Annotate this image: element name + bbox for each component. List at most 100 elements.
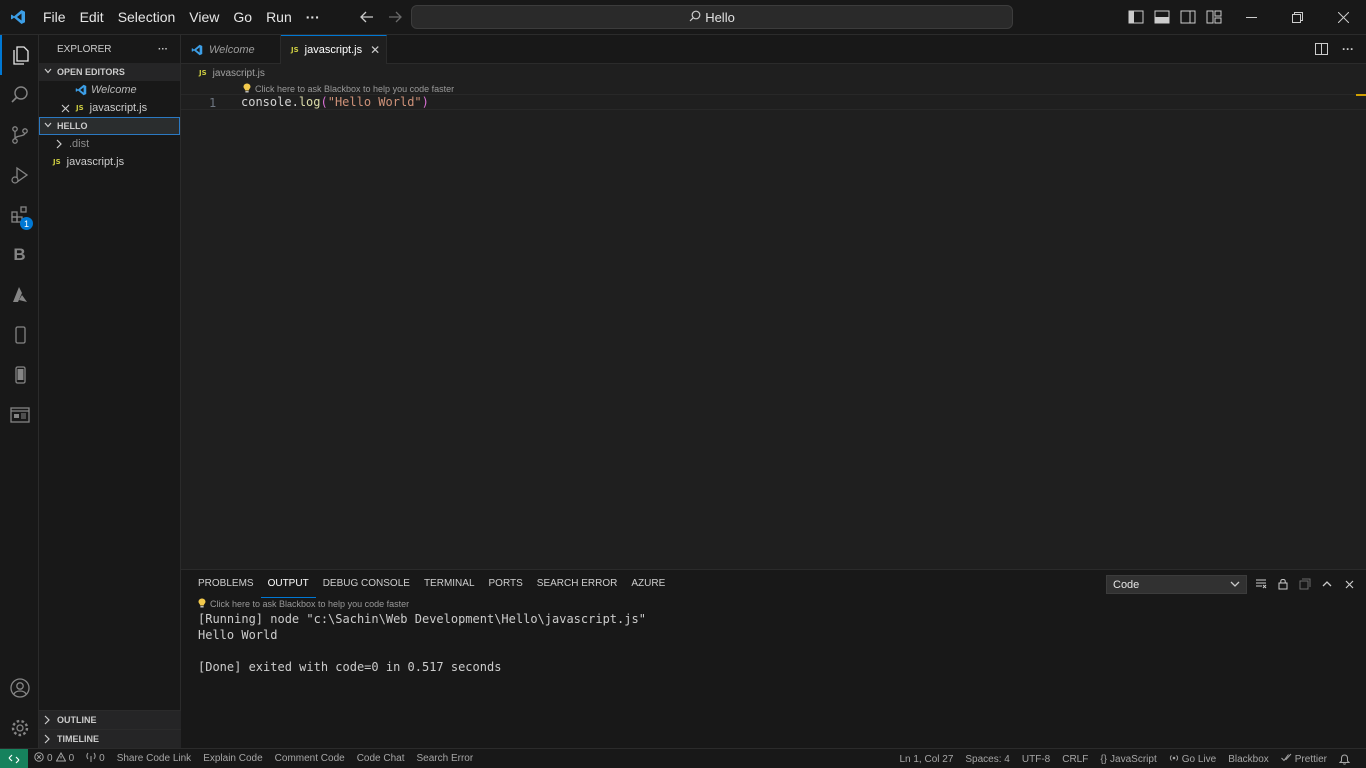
menu-bar: File Edit Selection View Go Run ··· bbox=[36, 0, 327, 35]
search-error[interactable]: Search Error bbox=[411, 753, 480, 764]
indentation[interactable]: Spaces: 4 bbox=[959, 754, 1015, 765]
azure-icon[interactable] bbox=[0, 275, 39, 315]
encoding[interactable]: UTF-8 bbox=[1016, 754, 1056, 765]
code-editor[interactable]: Click here to ask Blackbox to help you c… bbox=[181, 82, 1366, 569]
broadcast-icon bbox=[1169, 753, 1179, 766]
open-editor-javascript[interactable]: JS javascript.js bbox=[39, 99, 180, 117]
output-content[interactable]: Click here to ask Blackbox to help you c… bbox=[198, 598, 646, 675]
lightbulb-icon bbox=[198, 598, 206, 611]
open-editor-welcome[interactable]: Welcome bbox=[39, 81, 180, 99]
open-editor-label: Welcome bbox=[91, 84, 137, 96]
share-code-link[interactable]: Share Code Link bbox=[111, 753, 198, 764]
code-token-string: "Hello World" bbox=[327, 95, 422, 109]
language-mode[interactable]: {} JavaScript bbox=[1094, 754, 1162, 765]
explorer-title: EXPLORER bbox=[57, 43, 112, 55]
panel-tab-output[interactable]: OUTPUT bbox=[260, 570, 316, 598]
menu-edit[interactable]: Edit bbox=[73, 0, 111, 35]
go-live[interactable]: Go Live bbox=[1163, 753, 1222, 766]
close-panel-icon[interactable] bbox=[1342, 576, 1356, 592]
bottom-panel: PROBLEMS OUTPUT DEBUG CONSOLE TERMINAL P… bbox=[181, 569, 1366, 748]
panel-tab-problems[interactable]: PROBLEMS bbox=[191, 570, 261, 598]
outline-header[interactable]: OUTLINE bbox=[39, 710, 181, 729]
panel-tab-search-error[interactable]: SEARCH ERROR bbox=[530, 570, 625, 598]
breadcrumb-file[interactable]: javascript.js bbox=[213, 68, 265, 79]
close-icon[interactable]: ✕ bbox=[370, 43, 380, 57]
panel-tab-ports[interactable]: PORTS bbox=[482, 570, 530, 598]
tab-label: javascript.js bbox=[304, 44, 363, 56]
more-actions-icon[interactable]: ··· bbox=[1342, 42, 1354, 60]
cursor-position[interactable]: Ln 1, Col 27 bbox=[893, 754, 959, 765]
run-debug-icon[interactable] bbox=[0, 155, 39, 195]
split-editor-icon[interactable] bbox=[1315, 42, 1328, 60]
close-icon[interactable] bbox=[61, 104, 70, 113]
timeline-label: TIMELINE bbox=[57, 734, 99, 744]
warning-count: 0 bbox=[68, 753, 75, 764]
preview-icon[interactable] bbox=[0, 395, 39, 435]
tree-folder-dist[interactable]: .dist bbox=[39, 135, 180, 153]
extensions-icon[interactable]: 1 bbox=[0, 195, 39, 235]
end-of-line[interactable]: CRLF bbox=[1056, 754, 1094, 765]
lock-icon[interactable] bbox=[1276, 576, 1290, 592]
blackbox-status[interactable]: Blackbox bbox=[1222, 754, 1275, 765]
tree-item-label: javascript.js bbox=[66, 156, 125, 168]
codelens-text: Click here to ask Blackbox to help you c… bbox=[255, 84, 455, 94]
code-chat[interactable]: Code Chat bbox=[351, 753, 411, 764]
blackbox-hint[interactable]: Click here to ask Blackbox to help you c… bbox=[198, 598, 646, 611]
menu-selection[interactable]: Selection bbox=[111, 0, 183, 35]
minimize-icon[interactable] bbox=[1228, 0, 1274, 35]
menu-more[interactable]: ··· bbox=[299, 0, 327, 35]
search-view-icon[interactable] bbox=[0, 75, 39, 115]
panel-tab-debug-console[interactable]: DEBUG CONSOLE bbox=[316, 570, 417, 598]
customize-layout-icon[interactable] bbox=[1204, 7, 1224, 27]
menu-file[interactable]: File bbox=[36, 0, 73, 35]
panel-tab-terminal[interactable]: TERMINAL bbox=[417, 570, 482, 598]
output-channel-select[interactable]: Code bbox=[1106, 575, 1247, 594]
toggle-panel-icon[interactable] bbox=[1152, 7, 1172, 27]
gear-icon[interactable] bbox=[0, 708, 39, 748]
tab-javascript[interactable]: JS javascript.js ✕ bbox=[281, 35, 387, 64]
phone-icon[interactable] bbox=[0, 355, 39, 395]
menu-go[interactable]: Go bbox=[226, 0, 259, 35]
prettier-status[interactable]: Prettier bbox=[1275, 753, 1333, 765]
menu-view[interactable]: View bbox=[182, 0, 226, 35]
open-editors-header[interactable]: OPEN EDITORS bbox=[39, 63, 180, 81]
explorer-more-button[interactable]: ··· bbox=[158, 44, 168, 55]
vscode-file-icon bbox=[75, 84, 87, 96]
notifications-bell-icon[interactable] bbox=[1333, 753, 1356, 765]
sidebar-bottom-sections: OUTLINE TIMELINE bbox=[39, 710, 181, 748]
tree-file-javascript[interactable]: JS javascript.js bbox=[39, 153, 180, 171]
device-icon[interactable] bbox=[0, 315, 39, 355]
window-controls bbox=[1228, 0, 1366, 35]
problems-status[interactable]: 0 0 bbox=[28, 751, 80, 765]
ports-status[interactable]: 0 bbox=[80, 752, 111, 765]
menu-run[interactable]: Run bbox=[259, 0, 299, 35]
toggle-primary-sidebar-icon[interactable] bbox=[1126, 7, 1146, 27]
extensions-badge: 1 bbox=[20, 217, 33, 230]
maximize-panel-icon[interactable] bbox=[1320, 576, 1334, 592]
toggle-secondary-sidebar-icon[interactable] bbox=[1178, 7, 1198, 27]
explain-code[interactable]: Explain Code bbox=[197, 753, 268, 764]
status-bar: 0 0 0 Share Code Link Explain Code Comme… bbox=[0, 748, 1366, 768]
folder-hello-header[interactable]: HELLO bbox=[39, 117, 180, 135]
back-arrow-icon[interactable] bbox=[357, 7, 377, 27]
panel-tab-azure[interactable]: AZURE bbox=[624, 570, 672, 598]
restore-icon[interactable] bbox=[1274, 0, 1320, 35]
timeline-header[interactable]: TIMELINE bbox=[39, 729, 181, 748]
accounts-icon[interactable] bbox=[0, 668, 39, 708]
command-center-search[interactable]: Hello bbox=[411, 5, 1013, 29]
ports-count: 0 bbox=[99, 753, 105, 764]
comment-code[interactable]: Comment Code bbox=[269, 753, 351, 764]
source-control-icon[interactable] bbox=[0, 115, 39, 155]
error-count: 0 bbox=[47, 753, 53, 764]
vscode-file-icon bbox=[191, 44, 203, 56]
tab-welcome[interactable]: Welcome bbox=[181, 35, 281, 64]
open-in-editor-icon[interactable] bbox=[1298, 576, 1312, 592]
clear-output-icon[interactable] bbox=[1254, 576, 1268, 592]
explorer-icon[interactable] bbox=[0, 35, 39, 75]
forward-arrow-icon[interactable] bbox=[385, 7, 405, 27]
remote-icon[interactable] bbox=[0, 748, 28, 768]
close-window-icon[interactable] bbox=[1320, 0, 1366, 35]
code-line-1: 1 console.log("Hello World") bbox=[181, 94, 1366, 110]
blackbox-icon[interactable]: B bbox=[0, 235, 39, 275]
